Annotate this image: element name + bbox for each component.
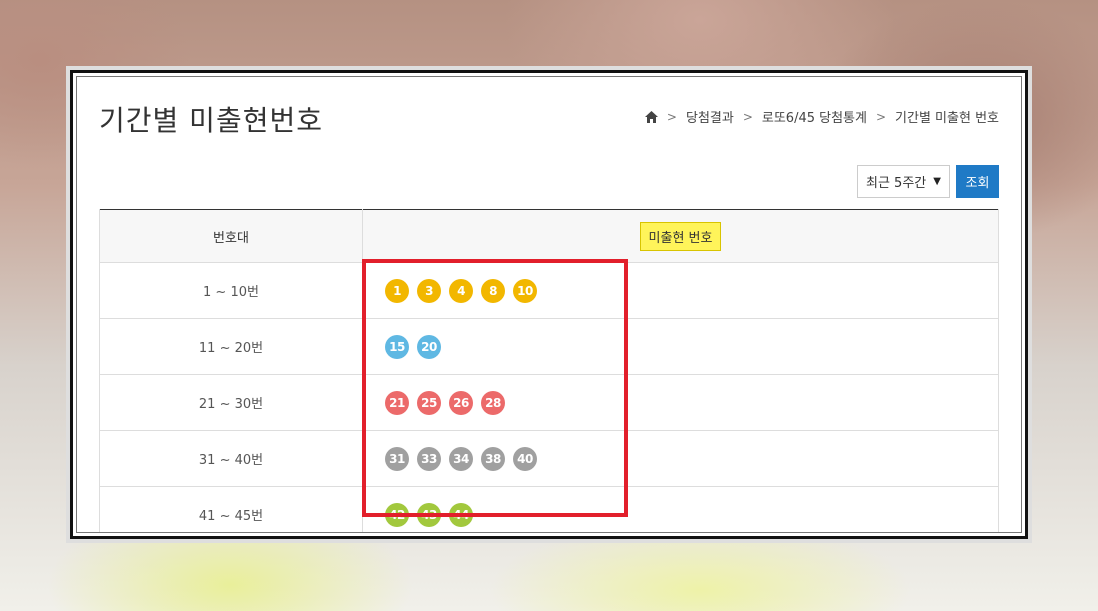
number-ball: 40 (513, 446, 537, 471)
breadcrumb-item-results[interactable]: 당첨결과 (686, 107, 734, 126)
table-row: 31 ~ 40번 31 33 34 38 40 (99, 430, 999, 487)
missing-numbers-table: 번호대 미출현 번호 1 ~ 10번 1 3 4 8 10 11 ~ 20번 15 20 21 ~… (99, 209, 999, 532)
number-ball: 3 (417, 278, 441, 303)
period-select-value: 최근 5주간 (866, 176, 927, 191)
chevron-right-icon: > (742, 109, 753, 124)
home-icon[interactable] (644, 110, 658, 123)
header-numbers: 미출현 번호 (362, 209, 999, 263)
number-ball: 43 (417, 502, 441, 527)
number-ball: 31 (385, 446, 409, 471)
number-ball: 26 (449, 390, 473, 415)
number-ball: 28 (481, 390, 505, 415)
screenshot-frame: 기간별 미출현번호 > 당첨결과 > 로또6/45 당첨통계 > 기간별 미출현… (66, 66, 1032, 543)
range-cell: 31 ~ 40번 (99, 430, 363, 487)
header-range: 번호대 (99, 209, 363, 263)
chevron-right-icon: > (875, 109, 887, 124)
filter-controls: 최근 5주간 ▼ 조회 (857, 165, 999, 198)
range-cell: 11 ~ 20번 (99, 318, 363, 375)
number-ball: 34 (449, 446, 473, 471)
range-cell: 1 ~ 10번 (99, 262, 363, 319)
highlighted-header-label: 미출현 번호 (639, 221, 722, 251)
numbers-cell: 31 33 34 38 40 (362, 430, 999, 487)
range-cell: 41 ~ 45번 (99, 486, 363, 532)
number-ball: 4 (449, 278, 473, 303)
caret-down-icon: ▼ (933, 176, 941, 187)
chevron-right-icon: > (666, 109, 677, 124)
frame-border: 기간별 미출현번호 > 당첨결과 > 로또6/45 당첨통계 > 기간별 미출현… (70, 70, 1028, 539)
number-ball: 20 (417, 334, 441, 359)
table-row: 41 ~ 45번 42 43 44 (99, 486, 999, 532)
breadcrumb-item-stats[interactable]: 로또6/45 당첨통계 (762, 107, 867, 126)
page-title: 기간별 미출현번호 (99, 104, 323, 137)
range-cell: 21 ~ 30번 (99, 374, 363, 431)
breadcrumb: > 당첨결과 > 로또6/45 당첨통계 > 기간별 미출현 번호 (644, 107, 999, 126)
table-row: 21 ~ 30번 21 25 26 28 (99, 374, 999, 431)
numbers-cell: 42 43 44 (362, 486, 999, 532)
table-row: 1 ~ 10번 1 3 4 8 10 (99, 262, 999, 319)
number-ball: 15 (385, 334, 409, 359)
content-panel: 기간별 미출현번호 > 당첨결과 > 로또6/45 당첨통계 > 기간별 미출현… (76, 76, 1022, 533)
number-ball: 21 (385, 390, 409, 415)
numbers-cell: 15 20 (362, 318, 999, 375)
number-ball: 38 (481, 446, 505, 471)
number-ball: 8 (481, 278, 505, 303)
number-ball: 1 (385, 278, 409, 303)
search-button[interactable]: 조회 (956, 165, 999, 198)
numbers-cell: 21 25 26 28 (362, 374, 999, 431)
number-ball: 44 (449, 502, 473, 527)
breadcrumb-item-current: 기간별 미출현 번호 (895, 111, 999, 126)
period-select[interactable]: 최근 5주간 ▼ (857, 165, 950, 198)
number-ball: 25 (417, 390, 441, 415)
number-ball: 10 (513, 278, 537, 303)
table-row: 11 ~ 20번 15 20 (99, 318, 999, 375)
table-header-row: 번호대 미출현 번호 (99, 209, 999, 263)
table-body: 1 ~ 10번 1 3 4 8 10 11 ~ 20번 15 20 21 ~ 30번 21 25 26 2… (99, 262, 999, 532)
numbers-cell: 1 3 4 8 10 (362, 262, 999, 319)
number-ball: 33 (417, 446, 441, 471)
number-ball: 42 (385, 502, 409, 527)
